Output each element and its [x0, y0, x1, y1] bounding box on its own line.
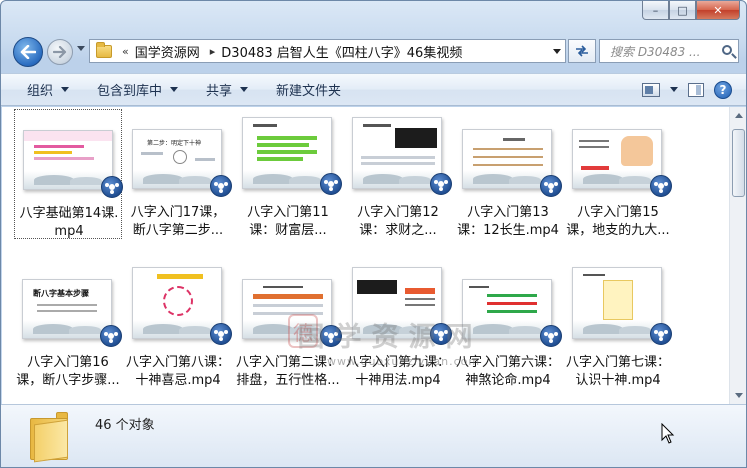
watermark-url: www.guoxueziyuan.com: [327, 355, 481, 368]
video-thumbnail: [23, 130, 113, 190]
file-name: 八字基础第14课. mp4: [19, 206, 119, 239]
forward-arrow-icon: [53, 46, 67, 58]
address-bar[interactable]: « 国学资源网 ▸ D30483 启智人生《四柱八字》46集视频: [89, 39, 566, 63]
thumbnail-title: 断八字基本步骤: [33, 289, 89, 298]
video-thumbnail: [132, 267, 222, 339]
details-pane: 46 个对象: [1, 404, 746, 467]
media-player-icon: [210, 175, 232, 197]
scroll-down-icon[interactable]: [730, 387, 746, 404]
chevron-down-icon: [170, 87, 179, 92]
thumbnail-title: 第二步：明定下十神: [147, 140, 202, 147]
navigation-row: « 国学资源网 ▸ D30483 启智人生《四柱八字》46集视频 搜索 D304…: [1, 34, 746, 68]
file-item[interactable]: 断八字基本步骤 八字入门第16 课，断八字步骤...: [14, 259, 122, 389]
command-bar-right: ?: [642, 80, 746, 99]
breadcrumb-overflow[interactable]: «: [122, 45, 129, 58]
file-item[interactable]: 八字基础第14课. mp4: [14, 109, 123, 239]
breadcrumb-item-current[interactable]: D30483 启智人生《四柱八字》46集视频: [221, 42, 462, 61]
file-item[interactable]: 八字入门第八课： 十神喜忌.mp4: [124, 259, 232, 389]
folder-icon: [30, 412, 70, 463]
file-name: 八字入门第二课： 排盘，五行性格...: [235, 355, 340, 388]
file-list: 八字基础第14课. mp4 第二步：明定下十神 八字入门17课， 断八字第二步...: [2, 107, 729, 404]
view-dropdown-icon[interactable]: [670, 87, 678, 92]
back-button[interactable]: [13, 37, 43, 67]
media-player-icon: [210, 323, 232, 345]
search-input[interactable]: 搜索 D30483 ...: [599, 39, 739, 63]
file-item[interactable]: 八字入门第七课： 认识十神.mp4: [564, 259, 672, 389]
video-thumbnail: [572, 267, 662, 339]
recent-pages-dropdown[interactable]: [77, 46, 85, 51]
chevron-down-icon: [61, 87, 70, 92]
media-player-icon: [320, 173, 342, 195]
organize-label: 组织: [27, 84, 54, 99]
file-name: 八字入门第13 课：12长生.mp4: [457, 205, 559, 238]
command-bar: 组织 包含到库中 共享 新建文件夹 ?: [1, 73, 746, 106]
organize-menu[interactable]: 组织: [1, 74, 81, 105]
address-dropdown-icon[interactable]: [553, 48, 561, 54]
video-thumbnail: [462, 129, 552, 189]
help-icon[interactable]: ?: [714, 80, 732, 99]
maximize-button[interactable]: □: [669, 1, 696, 20]
vertical-scrollbar[interactable]: [729, 107, 746, 404]
media-player-icon: [430, 173, 452, 195]
media-player-icon: [650, 323, 672, 345]
explorer-window: – □ ✕ « 国学资源网 ▸ D30483 启智人生《四柱八字》46集视频 搜…: [0, 0, 747, 468]
media-player-icon: [540, 175, 562, 197]
video-thumbnail: 断八字基本步骤: [22, 279, 112, 339]
video-thumbnail: 第二步：明定下十神: [132, 129, 222, 189]
file-name: 八字入门17课， 断八字第二步...: [130, 205, 226, 238]
video-thumbnail: [352, 117, 442, 189]
file-name: 八字入门第15 课，地支的九大...: [566, 205, 670, 238]
search-icon[interactable]: [722, 45, 732, 55]
breadcrumb-item-root[interactable]: 国学资源网: [135, 42, 200, 61]
file-item[interactable]: 八字入门第12 课：求财之...: [344, 109, 452, 239]
include-in-library-label: 包含到库中: [97, 84, 163, 99]
file-item[interactable]: 第二步：明定下十神 八字入门17课， 断八字第二步...: [124, 109, 232, 239]
share-menu[interactable]: 共享: [190, 74, 260, 105]
search-placeholder: 搜索 D30483 ...: [610, 44, 701, 59]
file-item[interactable]: 八字入门第11 课：财富层...: [234, 109, 342, 239]
refresh-button[interactable]: [568, 39, 596, 63]
scrollbar-thumb[interactable]: [732, 129, 745, 197]
new-folder-label: 新建文件夹: [276, 84, 342, 99]
new-folder-button[interactable]: 新建文件夹: [260, 74, 353, 105]
minimize-button[interactable]: –: [642, 1, 669, 20]
back-arrow-icon: [20, 45, 36, 59]
window-caption-buttons: – □ ✕: [642, 1, 740, 22]
preview-pane-icon[interactable]: [688, 82, 704, 97]
scroll-up-icon[interactable]: [730, 107, 746, 124]
include-in-library-menu[interactable]: 包含到库中: [81, 74, 190, 105]
video-thumbnail: [572, 129, 662, 189]
folder-icon: [96, 41, 112, 58]
chevron-down-icon: [240, 87, 249, 92]
item-count: 46 个对象: [95, 418, 155, 433]
refresh-icon: [576, 45, 588, 57]
forward-button[interactable]: [47, 39, 73, 65]
file-name: 八字入门第七课： 认识十神.mp4: [565, 355, 670, 388]
media-player-icon: [540, 325, 562, 347]
media-player-icon: [650, 175, 672, 197]
change-view-icon[interactable]: [642, 82, 660, 97]
file-name: 八字入门第11 课：财富层...: [247, 205, 329, 238]
share-label: 共享: [206, 84, 233, 99]
media-player-icon: [101, 176, 123, 198]
media-player-icon: [100, 325, 122, 347]
file-item[interactable]: 八字入门第15 课，地支的九大...: [564, 109, 672, 239]
video-thumbnail: [242, 117, 332, 189]
breadcrumb-separator-icon[interactable]: ▸: [210, 45, 216, 58]
file-name: 八字入门第八课： 十神喜忌.mp4: [125, 355, 230, 388]
file-name: 八字入门第16 课，断八字步骤...: [16, 355, 120, 388]
watermark-text: 国学资源网: [297, 322, 483, 353]
file-item[interactable]: 八字入门第13 课：12长生.mp4: [454, 109, 562, 239]
file-name: 八字入门第12 课：求财之...: [357, 205, 439, 238]
close-button[interactable]: ✕: [696, 1, 740, 20]
